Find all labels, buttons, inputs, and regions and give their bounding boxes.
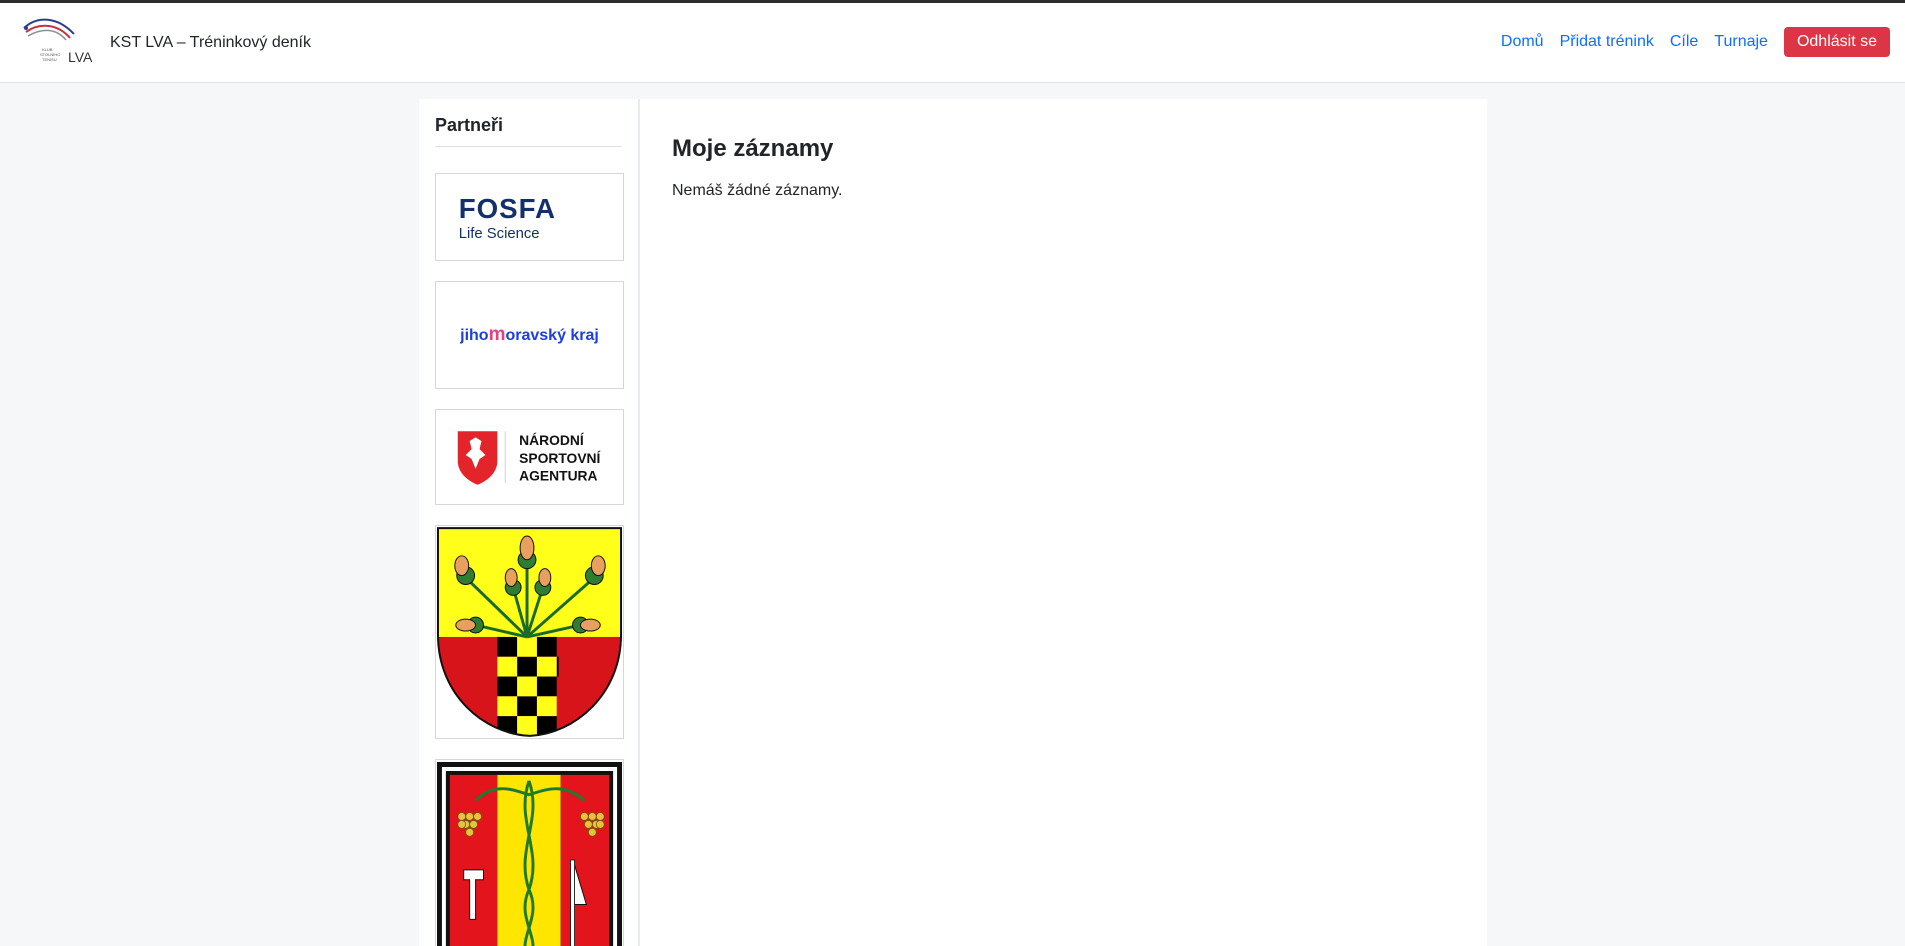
partners-sidebar: Partneři FOSFA Life Science jihomoravský…: [419, 99, 638, 946]
partner-jihomoravsky-kraj[interactable]: jihomoravský kraj: [435, 281, 624, 389]
coat-of-arms-2-icon: [436, 762, 623, 946]
brand[interactable]: KLUB STOLNÍHO TENISU LVA KST LVA – Tréni…: [22, 18, 311, 68]
partner-coat-of-arms-1[interactable]: [435, 525, 624, 739]
svg-text:SPORTOVNÍ: SPORTOVNÍ: [519, 450, 601, 466]
nsa-logo-icon: NÁRODNÍ SPORTOVNÍ AGENTURA: [457, 431, 602, 485]
nav-tournaments-link[interactable]: Turnaje: [1714, 27, 1768, 57]
empty-state-message: Nemáš žádné záznamy.: [672, 182, 843, 199]
nav-add-training-link[interactable]: Přidat trénink: [1560, 27, 1654, 57]
club-logo-icon: KLUB STOLNÍHO TENISU LVA: [23, 18, 92, 65]
svg-text:AGENTURA: AGENTURA: [519, 468, 597, 484]
jmk-logo: jihomoravský kraj: [460, 324, 599, 345]
page-container: Partneři FOSFA Life Science jihomoravský…: [419, 99, 1487, 946]
navbar: KLUB STOLNÍHO TENISU LVA KST LVA – Tréni…: [0, 3, 1905, 83]
svg-text:LVA: LVA: [68, 49, 92, 65]
partners-heading: Partneři: [435, 115, 622, 147]
nav-goals-link[interactable]: Cíle: [1670, 27, 1698, 57]
svg-text:FOSFA: FOSFA: [459, 193, 556, 224]
main-nav: Domů Přidat trénink Cíle Turnaje Odhlási…: [1485, 27, 1890, 57]
svg-text:TENISU: TENISU: [42, 57, 57, 62]
partner-coat-of-arms-2[interactable]: [435, 759, 624, 946]
coat-of-arms-icon: [436, 527, 623, 737]
logout-button[interactable]: Odhlásit se: [1783, 27, 1890, 57]
svg-text:NÁRODNÍ: NÁRODNÍ: [519, 432, 585, 448]
page-title: Moje záznamy: [672, 135, 834, 162]
partner-fosfa[interactable]: FOSFA Life Science: [435, 173, 624, 261]
main-content: Moje záznamy Nemáš žádné záznamy.: [640, 99, 1487, 946]
svg-text:Life Science: Life Science: [459, 226, 540, 242]
fosfa-logo-icon: FOSFA Life Science: [459, 193, 556, 242]
nav-home-link[interactable]: Domů: [1501, 27, 1544, 57]
app-title: KST LVA – Tréninkový deník: [110, 34, 311, 51]
partner-nsa[interactable]: NÁRODNÍ SPORTOVNÍ AGENTURA: [435, 409, 624, 505]
